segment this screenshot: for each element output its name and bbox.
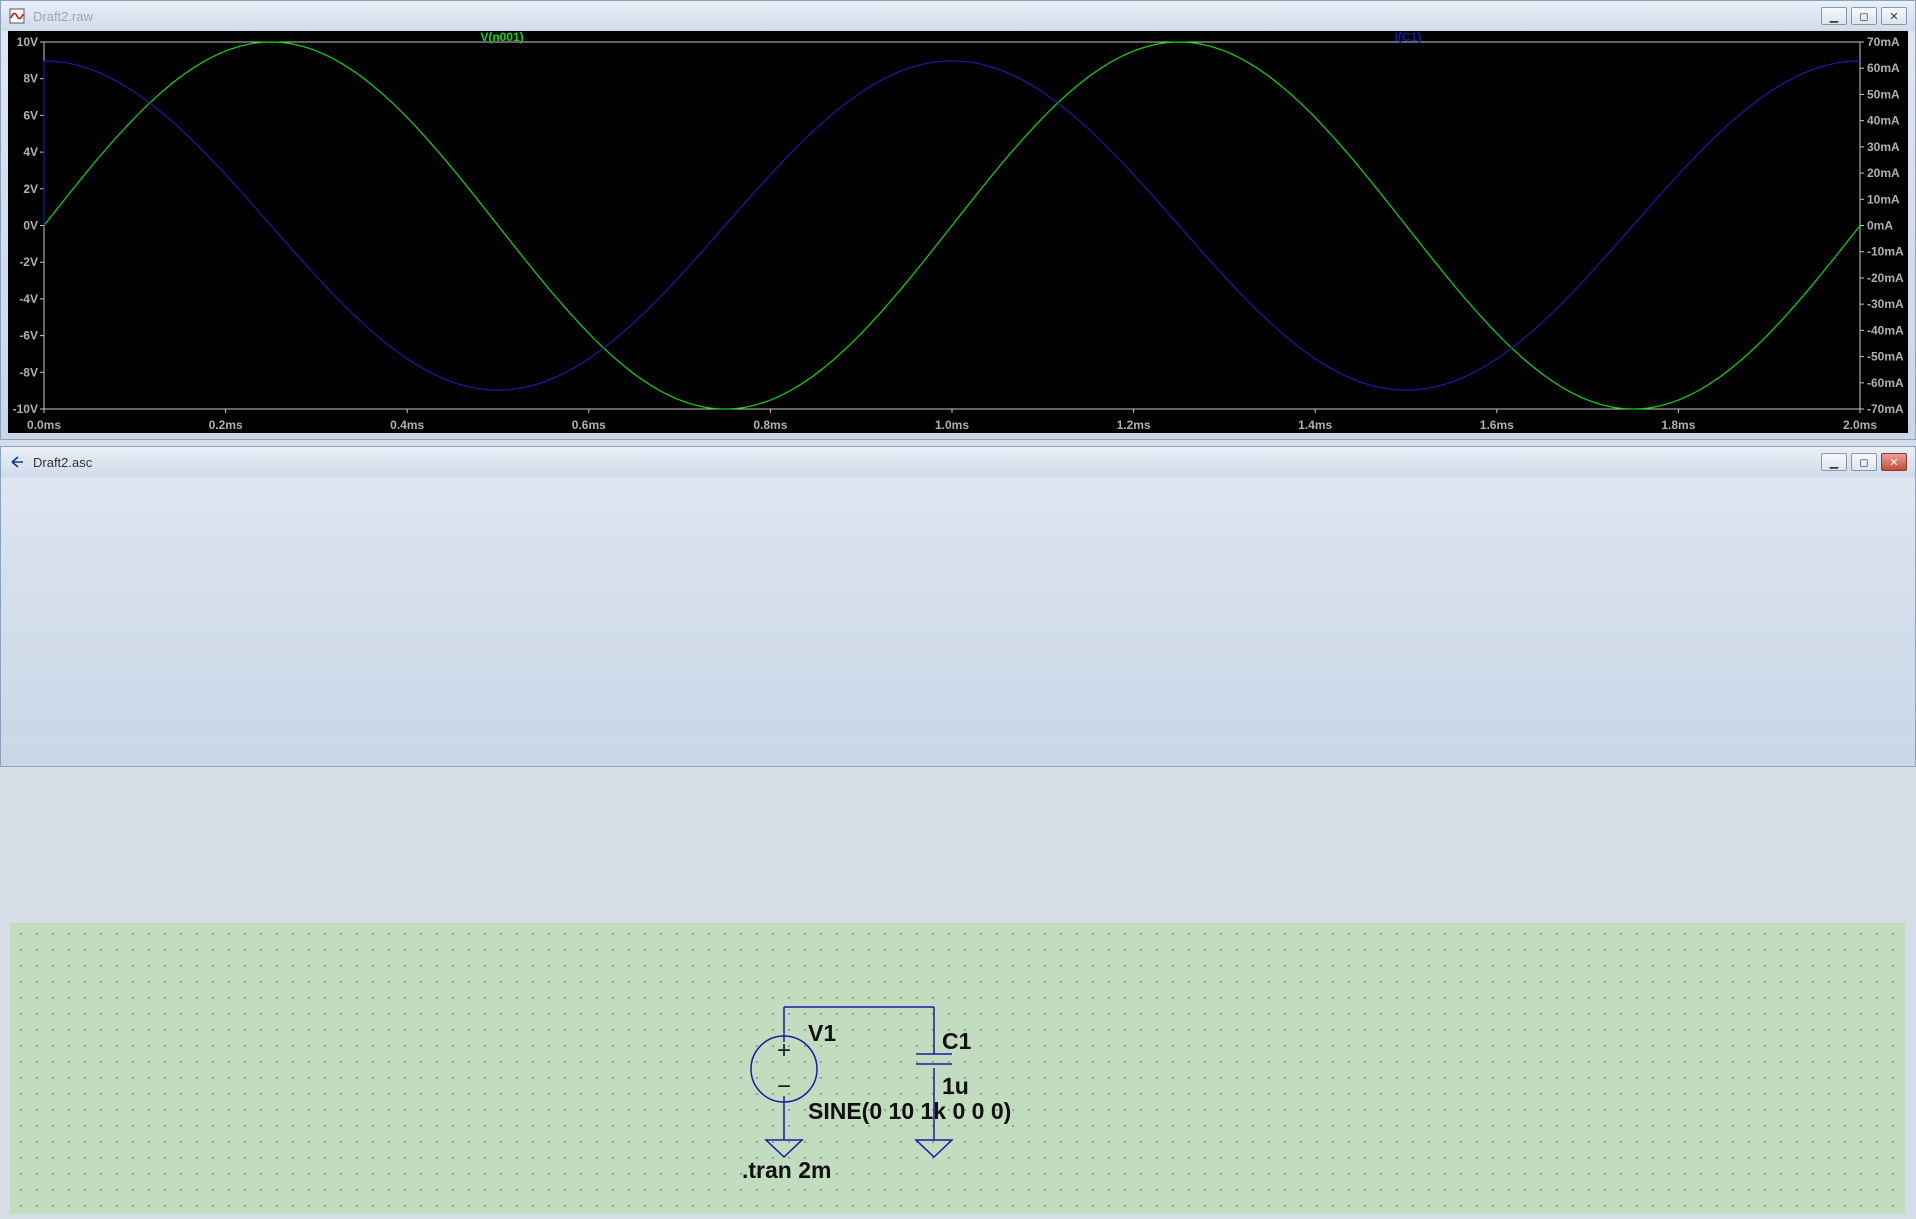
y-left-tick-label: -8V	[19, 365, 38, 379]
waveform-window: Draft2.raw ▁ ◻ ✕ 0.0ms 0.2ms 0.4ms 0.6ms 0.8…	[0, 0, 1916, 440]
x-tick-label: 0.8ms	[753, 418, 787, 432]
maximize-button[interactable]: ◻	[1851, 7, 1877, 25]
y-right-tick-label: 60mA	[1867, 61, 1900, 75]
ground-symbol-cap[interactable]	[914, 1139, 954, 1159]
capacitor-value-label[interactable]: 1u	[942, 1073, 969, 1099]
x-tick-label: 0.4ms	[390, 418, 424, 432]
y-left-tick-label: -2V	[19, 255, 38, 269]
schematic-canvas[interactable]: + − V1 SINE(0 10 1k 0 0 0) C1 1u .tran 2…	[10, 923, 1905, 1214]
x-tick-label: 1.2ms	[1117, 418, 1151, 432]
waveform-window-title: Draft2.raw	[33, 8, 93, 24]
capacitor-name-label[interactable]: C1	[942, 1028, 972, 1054]
y-left-tick-label: 2V	[23, 182, 38, 196]
minimize-button[interactable]: ▁	[1821, 453, 1847, 471]
x-tick-label: 1.8ms	[1661, 418, 1695, 432]
source-plus-sign: +	[777, 1037, 791, 1064]
x-tick-label: 0.6ms	[572, 418, 606, 432]
y-right-tick-label: 50mA	[1867, 87, 1900, 101]
y-right-tick-label: 20mA	[1867, 166, 1900, 180]
y-right-tick-label: 10mA	[1867, 192, 1900, 206]
y-right-tick-label: -30mA	[1867, 297, 1904, 311]
x-tick-label: 2.0ms	[1843, 418, 1877, 432]
maximize-button[interactable]: ◻	[1851, 453, 1877, 471]
y-left-tick-label: 4V	[23, 145, 38, 159]
schematic-window: Draft2.asc ▁ ◻ ✕ + − V1 SINE(0 10 1k 0 0…	[0, 446, 1916, 1214]
schematic-titlebar[interactable]: Draft2.asc ▁ ◻ ✕	[1, 447, 1915, 477]
waveform-plot-svg: 0.0ms 0.2ms 0.4ms 0.6ms 0.8ms 1.0ms 1.2ms 1.4ms…	[13, 30, 1904, 432]
source-value-label[interactable]: SINE(0 10 1k 0 0 0)	[808, 1098, 1011, 1124]
y-left-tick-label: -6V	[19, 329, 38, 343]
legend-label-i-c1-[interactable]: I(C1)	[1395, 30, 1422, 44]
ground-symbol-source[interactable]	[764, 1139, 804, 1159]
x-tick-label: 0.2ms	[209, 418, 243, 432]
y-right-tick-label: 70mA	[1867, 35, 1900, 49]
source-minus-sign: −	[777, 1073, 791, 1100]
y-right-tick-label: -40mA	[1867, 323, 1904, 337]
y-right-tick-label: -70mA	[1867, 402, 1904, 416]
waveform-titlebar[interactable]: Draft2.raw ▁ ◻ ✕	[1, 1, 1915, 31]
y-left-tick-label: -4V	[19, 292, 38, 306]
waveform-plot[interactable]: 0.0ms 0.2ms 0.4ms 0.6ms 0.8ms 1.0ms 1.2ms 1.4ms…	[8, 30, 1908, 433]
x-tick-label: 0.0ms	[27, 418, 61, 432]
x-tick-label: 1.4ms	[1298, 418, 1332, 432]
y-left-tick-label: -10V	[13, 402, 38, 416]
y-left-tick-label: 10V	[17, 35, 38, 49]
y-right-tick-label: 0mA	[1867, 219, 1893, 233]
waveform-app-icon	[9, 8, 25, 24]
y-right-tick-label: -50mA	[1867, 350, 1904, 364]
close-button[interactable]: ✕	[1881, 453, 1907, 471]
schematic-window-title: Draft2.asc	[33, 454, 93, 470]
y-right-tick-label: -20mA	[1867, 271, 1904, 285]
series-line-v-n001-[interactable]	[43, 41, 1861, 410]
minimize-button[interactable]: ▁	[1821, 7, 1847, 25]
x-tick-label: 1.0ms	[935, 418, 969, 432]
y-right-tick-label: 30mA	[1867, 140, 1900, 154]
schematic-svg: + − V1 SINE(0 10 1k 0 0 0) C1 1u .tran 2…	[742, 1006, 1011, 1183]
legend-label-v-n001-[interactable]: V(n001)	[480, 30, 523, 44]
spice-directive[interactable]: .tran 2m	[742, 1157, 831, 1183]
y-right-tick-label: -60mA	[1867, 376, 1904, 390]
y-left-tick-label: 0V	[23, 219, 38, 233]
y-left-tick-label: 8V	[23, 72, 38, 86]
schematic-app-icon	[11, 456, 23, 468]
source-name-label[interactable]: V1	[808, 1020, 836, 1046]
y-right-tick-label: -10mA	[1867, 245, 1904, 259]
close-button[interactable]: ✕	[1881, 7, 1907, 25]
y-left-tick-label: 6V	[23, 108, 38, 122]
x-tick-label: 1.6ms	[1480, 418, 1514, 432]
y-right-tick-label: 40mA	[1867, 114, 1900, 128]
